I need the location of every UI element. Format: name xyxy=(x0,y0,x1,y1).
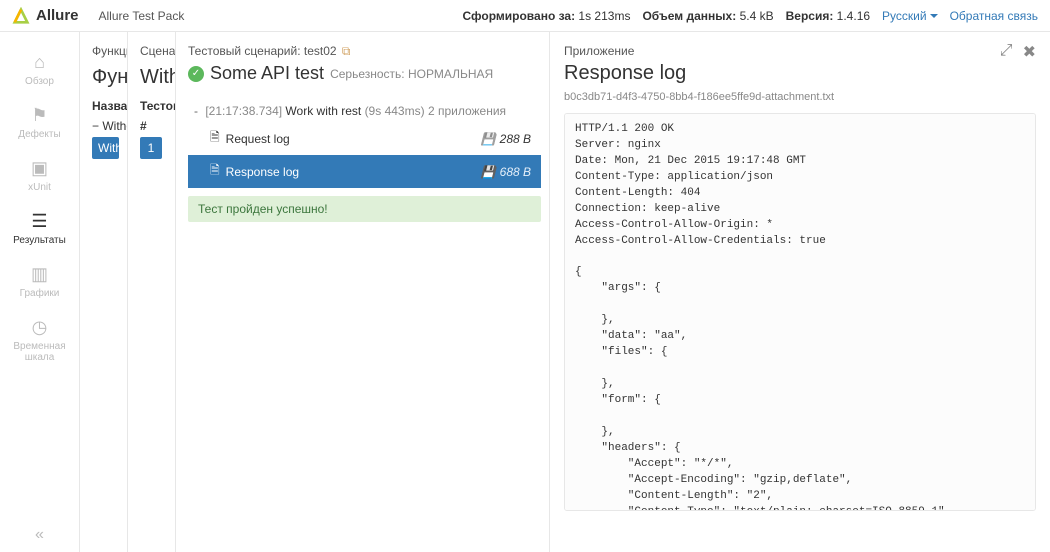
expand-icon[interactable]: ⤢ xyxy=(1000,42,1013,62)
nav-xunit[interactable]: ▣ xUnit xyxy=(0,150,79,203)
functions-pane: Функциональность Функциональность Назван… xyxy=(80,32,128,552)
collapse-sidebar-button[interactable]: « xyxy=(0,526,79,544)
attachment-size: 688 B xyxy=(500,165,531,179)
flag-icon: ⚑ xyxy=(0,105,79,125)
allure-logo-icon xyxy=(12,7,30,25)
func-col-header: Название xyxy=(92,99,119,113)
status-ok-icon: ✓ xyxy=(188,66,204,82)
save-icon: 💾 xyxy=(481,165,496,179)
step-name: Work with rest xyxy=(285,104,361,118)
step-timestamp: [21:17:38.734] xyxy=(205,104,282,118)
scen-th1: Тестовые сценарии xyxy=(140,99,167,113)
attach-body[interactable]: HTTP/1.1 200 OK Server: nginx Date: Mon,… xyxy=(564,113,1036,511)
gen-value: 1s 213ms xyxy=(578,9,630,23)
attachment-name: Response log xyxy=(226,165,299,179)
attachment-name: Request log xyxy=(226,132,290,146)
ver-value: 1.4.16 xyxy=(837,9,870,23)
attach-filename: b0c3db71-d4f3-4750-8bb4-f186ee5ffe9d-att… xyxy=(564,91,1036,103)
func-tabs[interactable]: Функциональность xyxy=(92,44,119,58)
scenario-head-label: Тестовый сценарий: xyxy=(188,44,301,58)
ver-label: Версия: xyxy=(786,9,834,23)
scen-title: Without story xyxy=(140,66,167,89)
data-label: Объем данных: xyxy=(642,9,736,23)
clock-icon: ◷ xyxy=(0,317,79,337)
nav-charts[interactable]: ▥ Графики xyxy=(0,256,79,309)
file-icon: 🗎 xyxy=(210,161,220,182)
scenarios-pane: Сценарии Without story Тестовые сценарии… xyxy=(128,32,176,552)
func-title: Функциональность xyxy=(92,66,119,89)
attach-label: Приложение xyxy=(564,44,1036,58)
file-icon: 🗎 xyxy=(210,128,220,149)
attachment-size: 288 B xyxy=(500,132,531,146)
xunit-icon: ▣ xyxy=(0,158,79,178)
home-icon: ⌂ xyxy=(0,52,79,72)
scenario-head-name: test02 xyxy=(304,44,337,58)
caret-down-icon xyxy=(930,14,938,18)
severity-label: Серьезность: xyxy=(330,67,405,81)
attachment-view-pane: ⤢ ✖ Приложение Response log b0c3db71-d4f… xyxy=(550,32,1050,552)
scenario-detail-pane: Тестовый сценарий: test02 ⧉ ✓ Some API t… xyxy=(176,32,550,552)
attachment-request-log[interactable]: 🗎 Request log 💾 288 B xyxy=(188,122,541,155)
scen-th-hash: # xyxy=(140,119,167,133)
attach-title: Response log xyxy=(564,62,1036,85)
bar-chart-icon: ▥ xyxy=(0,264,79,284)
pass-banner: Тест пройден успешно! xyxy=(188,196,541,222)
app-header: Allure Allure Test Pack Сформировано за:… xyxy=(0,0,1050,32)
scen-tabs[interactable]: Сценарии xyxy=(140,44,167,58)
nav-overview[interactable]: ⌂ Обзор xyxy=(0,44,79,97)
attachment-response-log[interactable]: 🗎 Response log 💾 688 B xyxy=(188,155,541,188)
scen-row-1[interactable]: 1 xyxy=(140,137,162,159)
nav-defects[interactable]: ⚑ Дефекты xyxy=(0,97,79,150)
pack-name: Allure Test Pack xyxy=(99,9,185,23)
nav-timeline[interactable]: ◷ Временная шкала xyxy=(0,309,79,373)
step-duration: (9s 443ms) xyxy=(365,104,425,118)
func-row-without-story[interactable]: Without story xyxy=(92,137,119,159)
list-icon: ☰ xyxy=(0,211,79,231)
gen-label: Сформировано за: xyxy=(463,9,576,23)
feedback-link[interactable]: Обратная связь xyxy=(950,9,1038,23)
close-icon[interactable]: ✖ xyxy=(1023,42,1036,62)
nav-results[interactable]: ☰ Результаты xyxy=(0,203,79,256)
step-header[interactable]: - [21:17:38.734] Work with rest (9s 443m… xyxy=(188,100,541,122)
scenario-title: Some API test xyxy=(210,63,324,84)
func-row-without-feature[interactable]: − Without feature xyxy=(92,119,119,133)
brand-title: Allure xyxy=(36,7,79,24)
sidebar: ⌂ Обзор ⚑ Дефекты ▣ xUnit ☰ Результаты ▥… xyxy=(0,32,80,552)
language-dropdown[interactable]: Русский xyxy=(882,9,938,23)
save-icon: 💾 xyxy=(481,132,496,146)
severity-value: НОРМАЛЬНАЯ xyxy=(408,67,493,81)
copy-icon[interactable]: ⧉ xyxy=(342,44,351,58)
step-attach-count: 2 приложения xyxy=(428,104,506,118)
content: Функциональность Функциональность Назван… xyxy=(80,32,1050,552)
data-value: 5.4 kB xyxy=(740,9,774,23)
